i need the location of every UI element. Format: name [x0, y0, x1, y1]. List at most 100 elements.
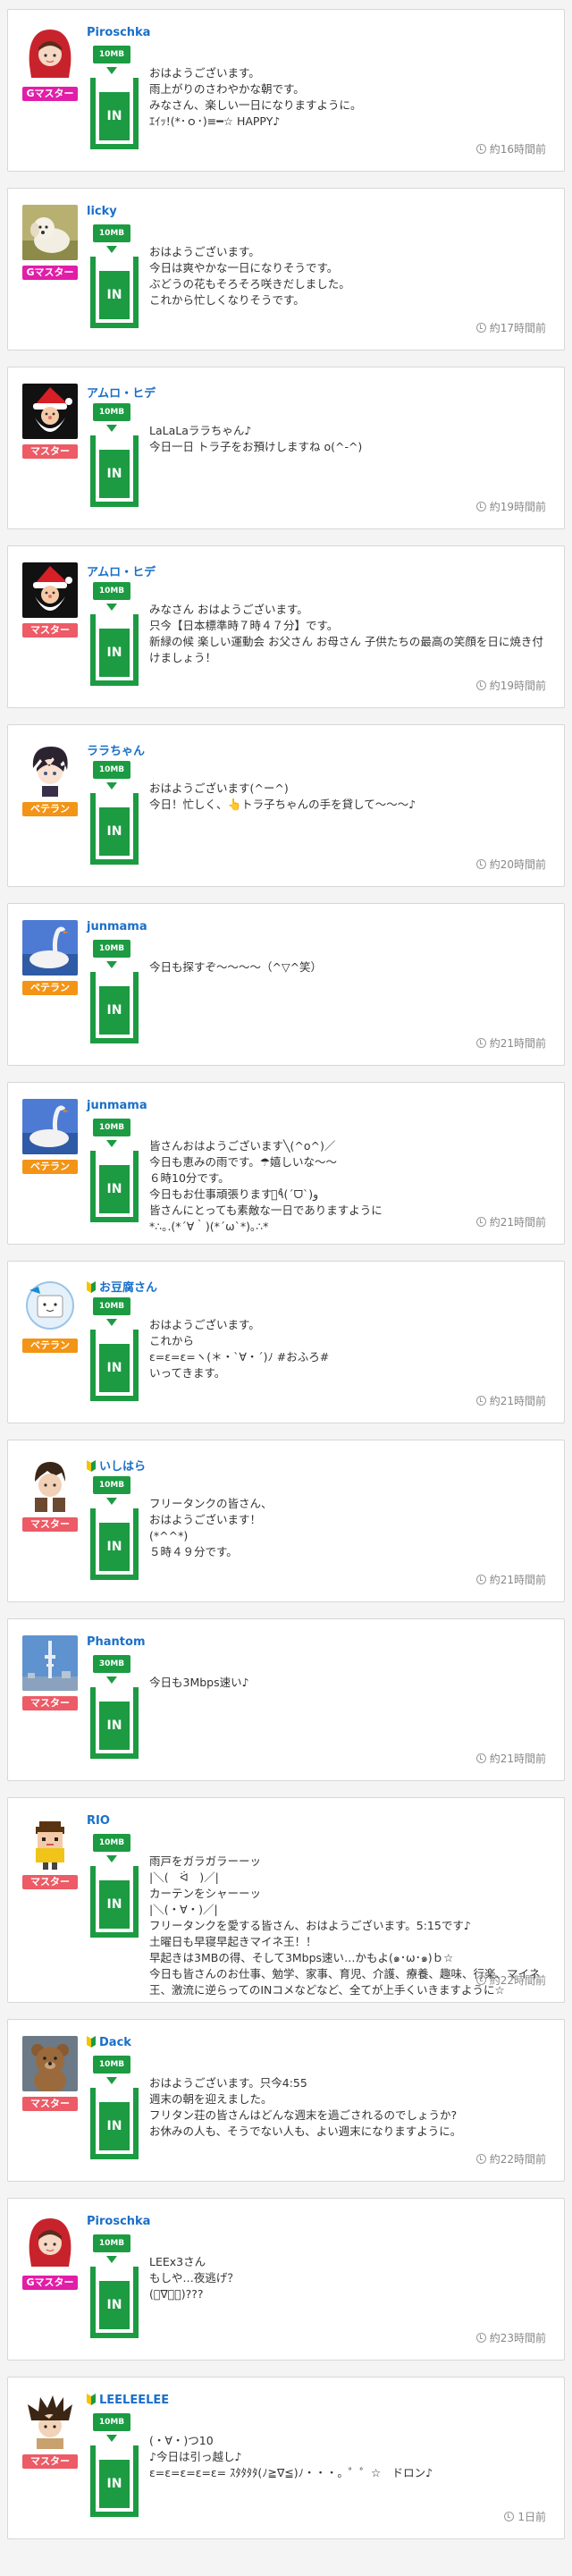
clock-icon: [475, 1217, 486, 1227]
avatar-santa[interactable]: [22, 562, 78, 618]
post-time[interactable]: 約20時間前: [475, 857, 546, 872]
username-text: Piroschka: [87, 2215, 151, 2228]
username-text: Phantom: [87, 1635, 146, 1649]
username-link[interactable]: Piroschka: [87, 2215, 150, 2228]
post-card: マスター LEELEELEE 10MB IN (・∀・)つ10 ♪今日は引っ越し…: [7, 2377, 565, 2539]
username-text: Dack: [99, 2036, 131, 2049]
in-label: IN: [99, 271, 130, 319]
speed-badge: 30MB: [93, 1655, 130, 1673]
username-text: ララちゃん: [87, 745, 146, 758]
username-link[interactable]: アムロ・ヒデ: [87, 384, 156, 401]
beginner-mark-icon: [87, 1460, 96, 1472]
arrow-down-icon: [106, 1855, 117, 1862]
post-card: ベテラン junmama 10MB IN 皆さんおはようございます╲(^o^)／…: [7, 1082, 565, 1245]
speed-badge: 10MB: [93, 1834, 130, 1852]
in-label: IN: [99, 2460, 130, 2508]
rank-badge: マスター: [22, 1517, 78, 1532]
tank-bucket-icon: IN: [90, 793, 139, 865]
rank-badge: ベテラン: [22, 1160, 78, 1174]
avatar-anime-boy[interactable]: [22, 741, 78, 797]
post-time[interactable]: 約21時間前: [475, 1035, 546, 1051]
arrow-down-icon: [106, 246, 117, 253]
avatar-red-hood-girl[interactable]: [22, 26, 78, 81]
username-link[interactable]: アムロ・ヒデ: [87, 562, 156, 579]
arrow-down-icon: [106, 67, 117, 74]
time-text: 約17時間前: [489, 322, 546, 334]
rank-badge: Gマスター: [22, 266, 78, 280]
rank-badge: マスター: [22, 623, 78, 638]
post-time[interactable]: 約22時間前: [475, 2151, 546, 2166]
tank-bucket-icon: IN: [90, 1330, 139, 1401]
post-time[interactable]: 約16時間前: [475, 141, 546, 156]
avatar-red-hood-girl[interactable]: [22, 2215, 78, 2270]
username-link[interactable]: お豆腐さん: [87, 1278, 157, 1295]
post-card: Gマスター Piroschka 10MB IN LEEx3さん もしや…夜逃げ？…: [7, 2198, 565, 2361]
post-time[interactable]: 約21時間前: [475, 1751, 546, 1766]
post-message: みなさん おはようございます。 只今【日本標準時７時４７分】です。 新緑の候 楽…: [149, 603, 543, 664]
post-time[interactable]: 約21時間前: [475, 1393, 546, 1408]
time-text: 約21時間前: [489, 1216, 546, 1229]
in-label: IN: [99, 92, 130, 140]
rank-badge: ベテラン: [22, 981, 78, 995]
arrow-down-icon: [106, 604, 117, 611]
time-text: 約22時間前: [489, 1974, 546, 1987]
post-time[interactable]: 約19時間前: [475, 499, 546, 514]
avatar-santa[interactable]: [22, 384, 78, 439]
avatar-swan[interactable]: [22, 920, 78, 976]
tank-bucket-icon: IN: [90, 78, 139, 149]
username-link[interactable]: LEELEELEE: [87, 2394, 169, 2407]
rank-badge: マスター: [22, 2454, 78, 2469]
username-text: junmama: [87, 920, 147, 933]
in-label: IN: [99, 1880, 130, 1929]
rank-badge: マスター: [22, 1875, 78, 1889]
clock-icon: [475, 680, 486, 690]
speed-badge: 10MB: [93, 403, 130, 421]
post-time[interactable]: 約21時間前: [475, 1214, 546, 1229]
username-link[interactable]: Piroschka: [87, 26, 150, 39]
clock-icon: [475, 1753, 486, 1763]
post-message: 今日も3Mbps速い♪: [149, 1676, 249, 1689]
avatar-spiky-hair[interactable]: [22, 2394, 78, 2449]
tank-bucket-icon: IN: [90, 1151, 139, 1222]
username-link[interactable]: junmama: [87, 1099, 147, 1112]
avatar-teddy-bear[interactable]: [22, 2036, 78, 2091]
post-time[interactable]: 約17時間前: [475, 320, 546, 335]
tank-bucket-icon: IN: [90, 614, 139, 686]
post-card: ベテラン junmama 10MB IN 今日も探すぞ〜〜〜〜（^▽^笑） 約2…: [7, 903, 565, 1066]
tank-bucket-icon: IN: [90, 1508, 139, 1580]
avatar-swan[interactable]: [22, 1099, 78, 1154]
avatar-tower[interactable]: [22, 1635, 78, 1691]
post-card: マスター アムロ・ヒデ 10MB IN みなさん おはようございます。 只今【日…: [7, 545, 565, 708]
rank-badge: Gマスター: [22, 2276, 78, 2290]
arrow-down-icon: [106, 782, 117, 790]
post-message: 今日も探すぞ〜〜〜〜（^▽^笑）: [149, 960, 323, 974]
post-message: おはようございます。只今4:55 週末の朝を迎えました。 フリタン荘の皆さんはど…: [149, 2076, 462, 2138]
time-text: 約19時間前: [489, 501, 546, 513]
username-link[interactable]: Dack: [87, 2036, 131, 2049]
avatar-anime-man[interactable]: [22, 1457, 78, 1512]
speed-badge: 10MB: [93, 46, 130, 63]
post-message: LEEx3さん もしや…夜逃げ？ (ﾟ∇ﾟ；)???: [149, 2255, 239, 2301]
username-link[interactable]: いしはら: [87, 1457, 146, 1474]
username-link[interactable]: licky: [87, 205, 117, 218]
clock-icon: [475, 1975, 486, 1985]
clock-icon: [475, 1396, 486, 1406]
username-link[interactable]: junmama: [87, 920, 147, 933]
clock-icon: [475, 1575, 486, 1584]
avatar-tofu[interactable]: [22, 1278, 78, 1333]
in-label: IN: [99, 1523, 130, 1571]
in-label: IN: [99, 807, 130, 856]
arrow-down-icon: [106, 961, 117, 968]
post-feed: Gマスター Piroschka 10MB IN おはようございます。 雨上がりの…: [0, 0, 572, 2539]
username-link[interactable]: Phantom: [87, 1635, 146, 1649]
username-link[interactable]: RIO: [87, 1814, 110, 1828]
username-link[interactable]: ララちゃん: [87, 741, 145, 758]
post-time[interactable]: 1日前: [504, 2509, 546, 2524]
post-time[interactable]: 約19時間前: [475, 678, 546, 693]
speed-badge: 10MB: [93, 2056, 130, 2073]
post-time[interactable]: 約23時間前: [475, 2330, 546, 2345]
post-time[interactable]: 約22時間前: [475, 1972, 546, 1988]
avatar-pixel-man[interactable]: [22, 1814, 78, 1870]
avatar-white-dog[interactable]: [22, 205, 78, 260]
post-time[interactable]: 約21時間前: [475, 1572, 546, 1587]
